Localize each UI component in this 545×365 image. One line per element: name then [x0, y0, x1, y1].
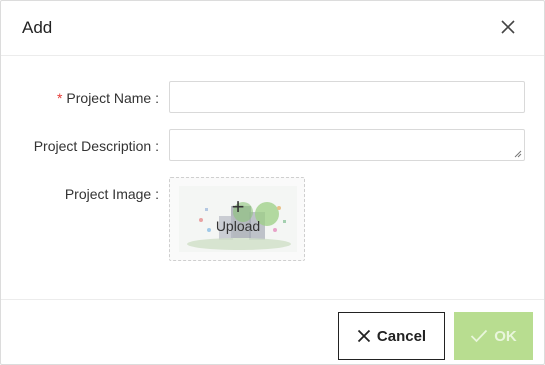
dialog-footer: Cancel OK — [1, 299, 544, 364]
required-marker: * — [56, 90, 63, 106]
cancel-label: Cancel — [376, 327, 427, 345]
project-name-label: * Project Name : — [57, 90, 159, 106]
cancel-button[interactable]: Cancel — [338, 312, 445, 360]
upload-label: Upload — [215, 218, 261, 234]
resize-grip-icon[interactable] — [514, 150, 522, 158]
close-button[interactable] — [494, 15, 522, 43]
ok-label: OK — [494, 327, 517, 345]
project-name-label-text: Project Name : — [66, 90, 159, 106]
close-icon — [357, 329, 371, 343]
add-project-dialog: Add * Project Name : Project Description … — [0, 0, 545, 365]
plus-icon: + — [231, 194, 245, 219]
ok-button[interactable]: OK — [454, 312, 533, 360]
project-name-input[interactable] — [169, 81, 525, 113]
project-image-label: Project Image : — [64, 186, 159, 202]
check-icon — [470, 329, 488, 343]
project-description-textarea[interactable] — [169, 129, 525, 161]
close-icon — [500, 19, 516, 40]
project-description-label: Project Description : — [33, 138, 159, 154]
dialog-header: Add — [1, 1, 544, 56]
dialog-title: Add — [22, 18, 53, 37]
image-upload-button[interactable]: + Upload — [169, 177, 305, 261]
